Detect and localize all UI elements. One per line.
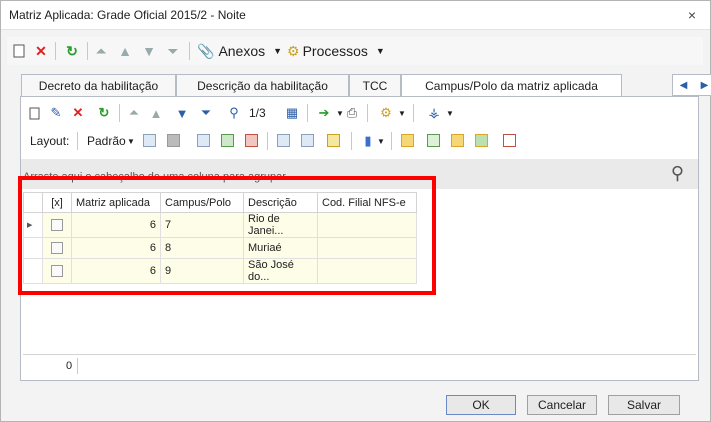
last-row-icon[interactable]: ⏷ bbox=[197, 104, 215, 122]
toolbar-separator bbox=[413, 104, 414, 122]
processos-button[interactable]: ⚙ Processos ▼ bbox=[287, 41, 387, 61]
chevron-down-icon[interactable]: ▼ bbox=[377, 137, 385, 146]
toolbar-separator bbox=[367, 104, 368, 122]
group-panel-icon[interactable] bbox=[277, 134, 290, 147]
last-record-icon[interactable]: ⏷ bbox=[165, 41, 181, 61]
toolbar-separator bbox=[77, 132, 78, 150]
dialog-window: Matriz Aplicada: Grade Oficial 2015/2 - … bbox=[0, 0, 711, 422]
binoculars-icon[interactable]: ⚲ bbox=[225, 104, 243, 122]
edit-record-icon[interactable]: ✎ bbox=[47, 104, 65, 122]
gears-icon: ⚙ bbox=[287, 42, 300, 59]
previous-record-icon[interactable]: ▲ bbox=[117, 41, 133, 61]
tab-scroll-buttons: ◀ ▶ bbox=[672, 74, 711, 96]
delete-icon[interactable]: ✕ bbox=[33, 41, 49, 61]
tab-label: Campus/Polo da matriz aplicada bbox=[425, 79, 598, 93]
bar-chart-icon[interactable]: ▮ bbox=[359, 132, 377, 150]
toolbar-separator bbox=[307, 104, 308, 122]
columns-icon[interactable] bbox=[197, 134, 210, 147]
close-icon[interactable]: × bbox=[688, 7, 696, 23]
tab-tcc[interactable]: TCC bbox=[349, 74, 401, 96]
toolbar-separator bbox=[87, 42, 88, 60]
toolbar-separator bbox=[189, 42, 190, 60]
view-tree-icon[interactable] bbox=[475, 134, 488, 147]
tab-scroll-right-icon[interactable]: ▶ bbox=[701, 80, 709, 91]
import-layout-icon[interactable] bbox=[221, 134, 234, 147]
save-layout-icon[interactable] bbox=[143, 134, 156, 147]
footer-divider bbox=[77, 358, 78, 374]
footer-count: 0 bbox=[66, 360, 73, 372]
new-document-icon[interactable] bbox=[11, 41, 27, 61]
tab-scroll-left-icon[interactable]: ◀ bbox=[680, 80, 688, 91]
anexos-label: Anexos bbox=[218, 43, 266, 59]
sum-icon[interactable] bbox=[301, 134, 314, 147]
next-row-icon[interactable]: ▼ bbox=[173, 104, 191, 122]
view-grid-icon[interactable] bbox=[401, 134, 414, 147]
search-icon[interactable]: ⚲ bbox=[671, 163, 684, 184]
grid-footer: 0 bbox=[23, 354, 696, 378]
print-icon[interactable]: ⎙ bbox=[343, 104, 361, 122]
calendar-icon[interactable]: ▦ bbox=[283, 104, 301, 122]
record-counter: 1/3 bbox=[249, 106, 266, 120]
chevron-down-icon[interactable]: ▼ bbox=[441, 104, 459, 122]
tab-label: TCC bbox=[362, 78, 388, 93]
title-bar: Matriz Aplicada: Grade Oficial 2015/2 - … bbox=[1, 1, 710, 30]
tab-label: Decreto da habilitação bbox=[38, 78, 159, 93]
tab-descricao[interactable]: Descrição da habilitação bbox=[176, 74, 349, 96]
toolbar-separator bbox=[391, 132, 392, 150]
chevron-down-icon: ▼ bbox=[375, 46, 385, 56]
layout-select[interactable]: Padrão bbox=[87, 134, 126, 148]
paperclip-icon: 📎 bbox=[197, 42, 215, 59]
new-record-icon[interactable] bbox=[25, 104, 43, 122]
toolbar-separator bbox=[351, 132, 352, 150]
delete-record-icon[interactable]: ✕ bbox=[69, 104, 87, 122]
tab-campus-polo[interactable]: Campus/Polo da matriz aplicada bbox=[401, 74, 622, 97]
processos-label: Processos bbox=[302, 43, 368, 59]
export-layout-icon[interactable] bbox=[245, 134, 258, 147]
tab-decreto[interactable]: Decreto da habilitação bbox=[21, 74, 176, 96]
save-button[interactable]: Salvar bbox=[608, 395, 680, 415]
previous-row-icon[interactable]: ▲ bbox=[147, 104, 165, 122]
first-record-icon[interactable]: ⏶ bbox=[93, 41, 109, 61]
layout-label: Layout: bbox=[30, 134, 70, 148]
ok-button[interactable]: OK bbox=[446, 395, 516, 415]
font-icon[interactable] bbox=[503, 134, 516, 147]
first-row-icon[interactable]: ⏶ bbox=[125, 104, 143, 122]
grid-toolbar: ✎ ✕ ↻ ⏶ ▲ ▼ ⏷ ⚲ 1/3 ▦ ➔ ▼ ⎙ ⚙ ▼ ⚶ ▼ bbox=[21, 102, 698, 126]
main-toolbar: ✕ ↻ ⏶ ▲ ▼ ⏷ 📎 Anexos ▼ ⚙ Processos ▼ bbox=[7, 37, 703, 65]
toolbar-separator bbox=[55, 42, 56, 60]
tab-label: Descrição da habilitação bbox=[197, 78, 328, 93]
refresh-icon[interactable]: ↻ bbox=[63, 41, 81, 61]
cancel-button[interactable]: Cancelar bbox=[527, 395, 597, 415]
chevron-down-icon[interactable]: ▼ bbox=[127, 137, 135, 146]
chevron-down-icon: ▼ bbox=[273, 46, 283, 56]
window-title: Matriz Aplicada: Grade Oficial 2015/2 - … bbox=[9, 8, 246, 22]
anexos-button[interactable]: 📎 Anexos ▼ bbox=[197, 41, 282, 61]
view-card-icon[interactable] bbox=[427, 134, 440, 147]
highlight-icon[interactable] bbox=[327, 134, 340, 147]
next-record-icon[interactable]: ▼ bbox=[141, 41, 157, 61]
toolbar-separator bbox=[267, 132, 268, 150]
delete-layout-icon[interactable] bbox=[167, 134, 180, 147]
toolbar-separator bbox=[119, 104, 120, 122]
layout-bar: Layout: Padrão ▼ ▮ ▼ bbox=[21, 129, 698, 153]
chevron-down-icon[interactable]: ▼ bbox=[393, 104, 411, 122]
view-banded-icon[interactable] bbox=[451, 134, 464, 147]
tab-strip: Decreto da habilitação Descrição da habi… bbox=[21, 74, 711, 97]
red-highlight-box bbox=[18, 176, 436, 295]
refresh-grid-icon[interactable]: ↻ bbox=[95, 104, 113, 122]
